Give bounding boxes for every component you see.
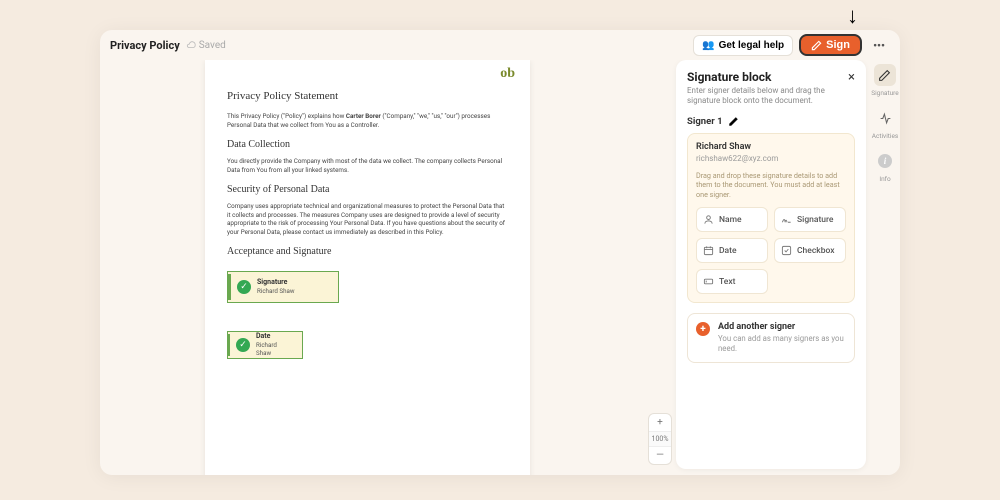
checkbox-icon — [781, 245, 792, 256]
group-icon: 👥 — [702, 40, 714, 51]
brand-logo-icon: ob — [500, 66, 515, 82]
signature-panel: Signature block Enter signer details bel… — [676, 60, 866, 469]
field-date-button[interactable]: Date — [696, 238, 768, 263]
activity-icon — [879, 112, 892, 125]
rail-signature-tab[interactable]: Signature — [871, 64, 899, 97]
zoom-out-button[interactable]: — — [649, 447, 671, 464]
more-menu-button[interactable]: ••• — [868, 34, 890, 56]
zoom-controls: + 100% — — [648, 413, 672, 465]
sign-button[interactable]: Sign — [799, 34, 862, 56]
text-field-icon — [703, 276, 714, 287]
content-area: ob Privacy Policy Statement This Privacy… — [100, 60, 900, 475]
doc-intro: This Privacy Policy ("Policy") explains … — [227, 112, 508, 129]
signer-email: richshaw622@xyz.com — [696, 154, 846, 163]
pointer-arrow: ↓ — [847, 3, 858, 29]
signature-field-block[interactable]: ✓ Signature Richard Shaw — [227, 271, 339, 303]
user-icon — [703, 214, 714, 225]
pen-icon — [878, 69, 891, 82]
document-title: Privacy Policy — [110, 39, 180, 52]
close-panel-button[interactable]: × — [848, 70, 855, 85]
drag-field-grid: Name Signature Date Checkbox — [696, 207, 846, 294]
rail-info-tab[interactable]: i Info — [874, 150, 896, 183]
signer-header: Signer 1 — [687, 116, 855, 127]
doc-h2-collection: Data Collection — [227, 139, 508, 150]
get-legal-help-button[interactable]: 👥 Get legal help — [693, 35, 793, 56]
app-window: Privacy Policy Saved 👥 Get legal help Si… — [100, 30, 900, 475]
edit-signer-button[interactable] — [728, 116, 739, 127]
zoom-in-button[interactable]: + — [649, 414, 671, 431]
document-viewport[interactable]: ob Privacy Policy Statement This Privacy… — [100, 60, 676, 475]
zoom-level: 100% — [649, 431, 671, 447]
doc-h2-acceptance: Acceptance and Signature — [227, 246, 508, 257]
doc-p-collection: You directly provide the Company with mo… — [227, 157, 508, 174]
cloud-icon — [186, 40, 196, 50]
field-text-button[interactable]: Text — [696, 269, 768, 294]
plus-circle-icon: + — [696, 322, 710, 336]
field-signature-button[interactable]: Signature — [774, 207, 846, 232]
document-page: ob Privacy Policy Statement This Privacy… — [205, 60, 530, 475]
add-signer-button[interactable]: + Add another signer You can add as many… — [687, 313, 855, 362]
topbar: Privacy Policy Saved 👥 Get legal help Si… — [100, 30, 900, 60]
calendar-icon — [703, 245, 714, 256]
doc-p-security: Company uses appropriate technical and o… — [227, 202, 508, 236]
date-field-block[interactable]: ✓ Date Richard Shaw — [227, 331, 303, 359]
signer-name: Richard Shaw — [696, 142, 846, 152]
panel-title: Signature block — [687, 70, 848, 84]
field-name-button[interactable]: Name — [696, 207, 768, 232]
saved-status: Saved — [186, 40, 226, 51]
panel-subtitle: Enter signer details below and drag the … — [687, 86, 848, 106]
right-rail: Signature Activities i Info — [870, 60, 900, 475]
signer-card: Richard Shaw richshaw622@xyz.com Drag an… — [687, 133, 855, 303]
doc-h2-security: Security of Personal Data — [227, 184, 508, 195]
field-checkbox-button[interactable]: Checkbox — [774, 238, 846, 263]
check-circle-icon: ✓ — [237, 280, 251, 294]
info-icon: i — [878, 154, 892, 168]
doc-heading: Privacy Policy Statement — [227, 90, 508, 102]
signer-hint: Drag and drop these signature details to… — [696, 171, 846, 199]
signer-label: Signer 1 — [687, 116, 723, 127]
close-icon: × — [848, 70, 855, 85]
pen-icon — [811, 40, 822, 51]
check-circle-icon: ✓ — [236, 338, 250, 352]
signature-icon — [781, 214, 792, 225]
dots-horizontal-icon: ••• — [873, 39, 885, 52]
rail-activities-tab[interactable]: Activities — [872, 107, 899, 140]
